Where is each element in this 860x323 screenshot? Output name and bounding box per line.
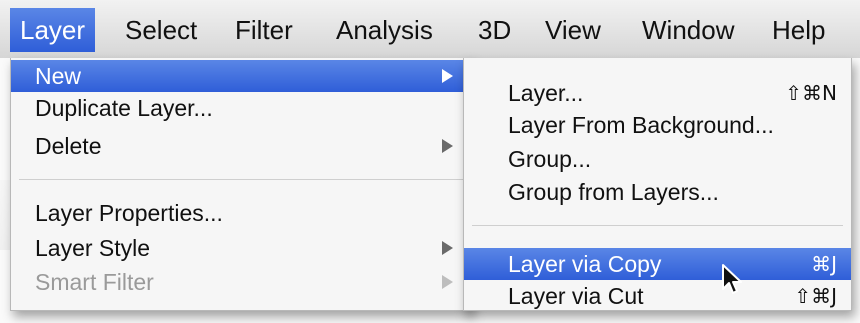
mouse-pointer-icon (722, 264, 742, 294)
submenu-item-layer-via-cut[interactable]: Layer via Cut ⇧⌘J (464, 280, 851, 312)
shortcut-label: ⇧⌘J (794, 284, 837, 308)
submenu-item-group-from-layers[interactable]: Group from Layers... (464, 176, 851, 208)
menu-item-label: Delete (35, 133, 102, 159)
menu-item-label: New (35, 63, 82, 89)
menu-bar: Layer Select Filter Analysis 3D View Win… (0, 0, 860, 59)
menu-item-label: Layer via Cut (508, 283, 644, 309)
shortcut-label: ⇧⌘N (785, 81, 837, 105)
triangle-right-icon (442, 275, 453, 289)
menu-item-label: Layer Style (35, 235, 151, 261)
menu-separator (19, 179, 463, 180)
menu-layer[interactable]: Layer (10, 8, 96, 52)
menu-help[interactable]: Help (762, 8, 835, 52)
menu-item-label: Layer Properties... (35, 200, 223, 226)
menu-select[interactable]: Select (115, 8, 207, 52)
menu-item-label: Layer From Background... (508, 112, 774, 138)
menu-item-label: Group... (508, 146, 592, 172)
menu-item-duplicate-layer[interactable]: Duplicate Layer... (11, 92, 471, 124)
submenu-item-layer[interactable]: Layer... ⇧⌘N (464, 77, 851, 109)
menu-separator (472, 225, 843, 226)
layer-menu-dropdown: New Duplicate Layer... Delete Layer Prop… (10, 58, 472, 311)
shortcut-label: ⌘J (811, 252, 837, 276)
menu-item-layer-style[interactable]: Layer Style (11, 232, 471, 264)
menu-item-delete[interactable]: Delete (11, 130, 471, 162)
submenu-item-group[interactable]: Group... (464, 143, 851, 175)
menu-item-smart-filter[interactable]: Smart Filter (11, 266, 471, 298)
menu-item-new[interactable]: New (11, 60, 471, 92)
menu-item-label: Smart Filter (35, 269, 154, 295)
menu-3d[interactable]: 3D (468, 8, 521, 52)
menu-item-layer-properties[interactable]: Layer Properties... (11, 197, 471, 229)
menu-window[interactable]: Window (632, 8, 744, 52)
submenu-item-layer-via-copy[interactable]: Layer via Copy ⌘J (464, 248, 851, 280)
menu-item-label: Group from Layers... (508, 179, 719, 205)
menu-item-label: Duplicate Layer... (35, 95, 213, 121)
menu-view[interactable]: View (535, 8, 611, 52)
menu-analysis[interactable]: Analysis (326, 8, 443, 52)
new-submenu-dropdown: Layer... ⇧⌘N Layer From Background... Gr… (463, 58, 852, 311)
menu-filter[interactable]: Filter (225, 8, 303, 52)
submenu-item-layer-from-background[interactable]: Layer From Background... (464, 109, 851, 141)
menu-item-label: Layer via Copy (508, 251, 662, 277)
triangle-right-icon (442, 139, 453, 153)
menu-item-label: Layer... (508, 80, 584, 106)
triangle-right-icon (442, 241, 453, 255)
triangle-right-icon (442, 69, 453, 83)
